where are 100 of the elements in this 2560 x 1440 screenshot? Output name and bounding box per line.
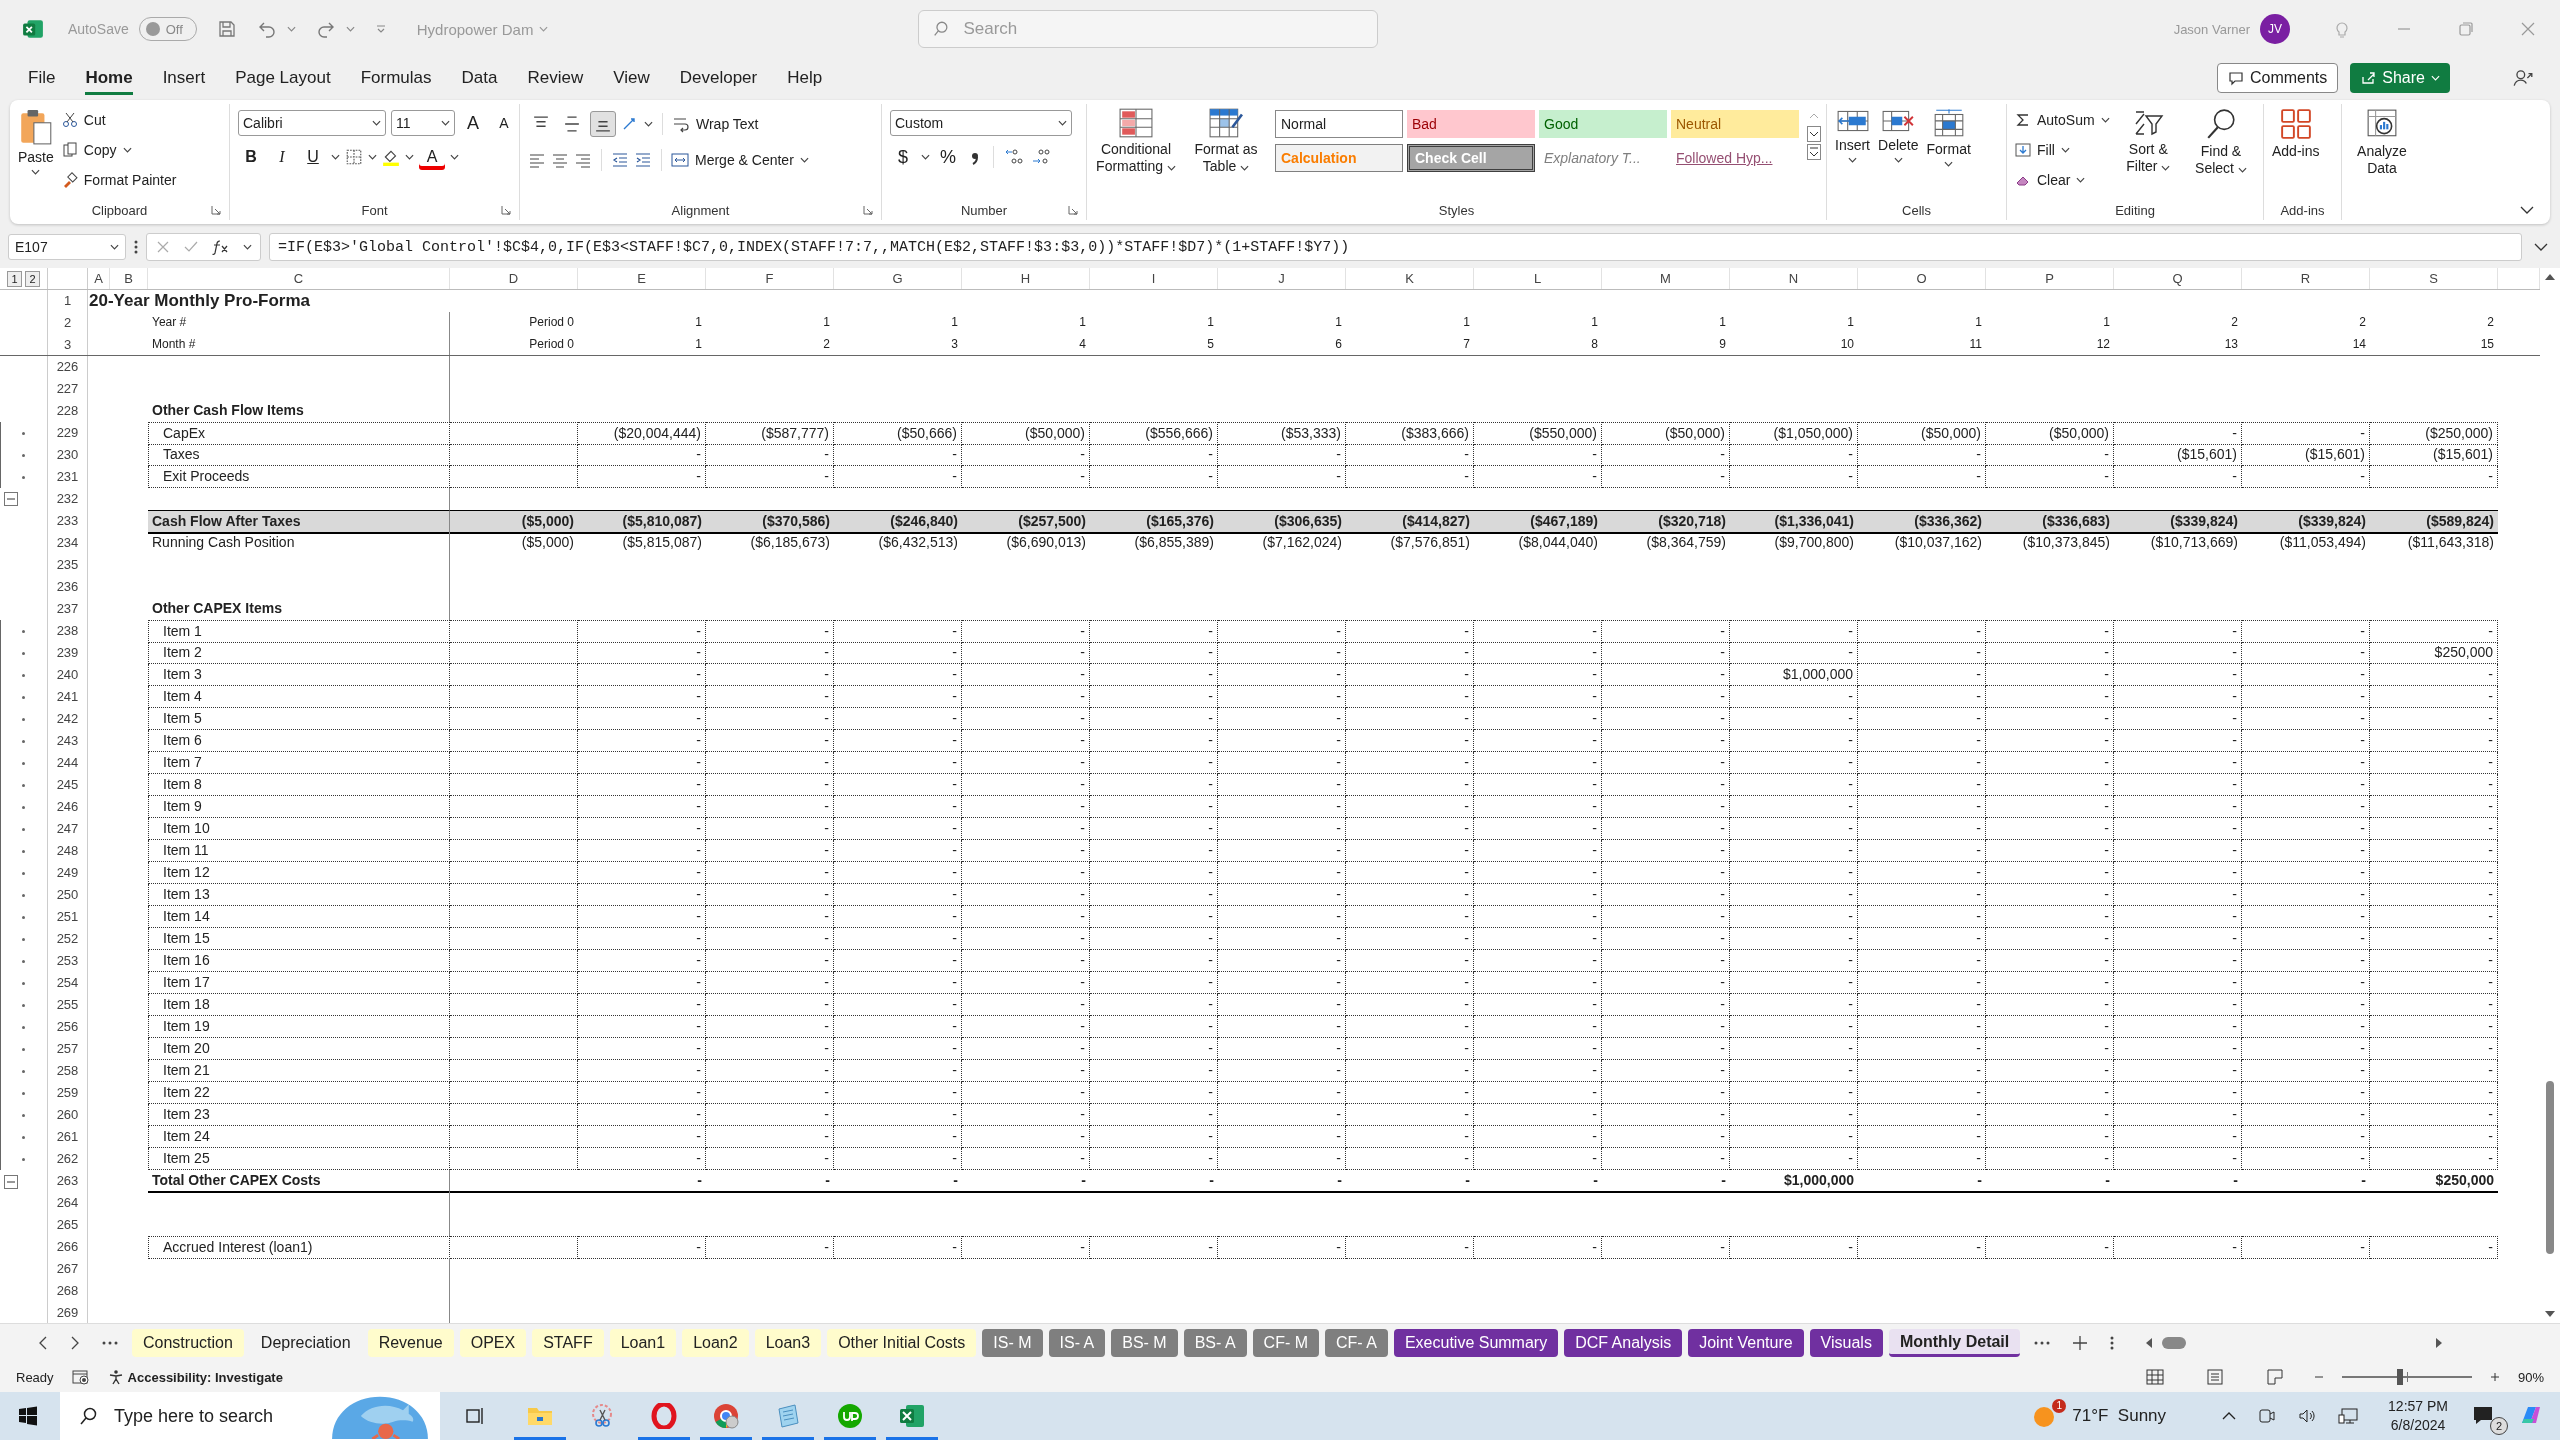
- taskbar-search-field[interactable]: Type here to search: [60, 1392, 440, 1440]
- format-button[interactable]: Format: [1926, 104, 1971, 167]
- launcher-icon[interactable]: [1068, 205, 1078, 215]
- user-avatar[interactable]: JV: [2260, 14, 2290, 44]
- customize-icon[interactable]: [374, 24, 387, 34]
- sheet-tab[interactable]: STAFF: [532, 1329, 604, 1357]
- browser-icon[interactable]: [713, 1403, 739, 1429]
- save-icon[interactable]: [216, 19, 237, 39]
- spreadsheet-app-icon[interactable]: [22, 18, 44, 40]
- launcher-icon[interactable]: [211, 205, 221, 215]
- accessibility-button[interactable]: Accessibility: Investigate: [107, 1369, 283, 1385]
- sheet-tab[interactable]: Depreciation: [249, 1329, 362, 1357]
- cut-button[interactable]: Cut: [61, 106, 177, 134]
- more-icon[interactable]: [134, 239, 138, 255]
- cell-style-option[interactable]: Good: [1539, 110, 1667, 138]
- scroll-down-icon[interactable]: [1807, 126, 1821, 142]
- app-badge-icon[interactable]: [837, 1403, 863, 1429]
- decrease-indent-icon[interactable]: [611, 151, 629, 169]
- conditional-formatting-button[interactable]: Conditional Formatting: [1095, 104, 1177, 175]
- text-align-icon[interactable]: [528, 151, 546, 169]
- sheet-tab[interactable]: IS- A: [1048, 1329, 1106, 1357]
- sheet-tab[interactable]: Loan1: [609, 1329, 677, 1357]
- launcher-icon[interactable]: [863, 205, 873, 215]
- sheet-tab[interactable]: Construction: [132, 1329, 244, 1357]
- column-header[interactable]: H: [962, 268, 1090, 289]
- column-header[interactable]: S: [2370, 268, 2498, 289]
- menu-tab[interactable]: Review: [527, 61, 584, 95]
- sheet-tab[interactable]: Executive Summary: [1393, 1329, 1559, 1357]
- paste-button[interactable]: Paste: [18, 104, 54, 175]
- more-icon[interactable]: [102, 1341, 118, 1345]
- sheet-tab[interactable]: CF- A: [1325, 1329, 1388, 1357]
- shrink-font-button[interactable]: A: [491, 110, 517, 136]
- scroll-down-icon[interactable]: [2544, 1309, 2556, 1319]
- column-header[interactable]: G: [834, 268, 962, 289]
- outline-level-button[interactable]: 2: [25, 270, 40, 287]
- bold-button[interactable]: B: [238, 144, 264, 170]
- name-box[interactable]: E107: [8, 234, 126, 260]
- fill-color-icon[interactable]: [382, 148, 400, 166]
- collapse-icon[interactable]: [4, 492, 18, 506]
- menu-tab[interactable]: Data: [461, 61, 498, 95]
- percent-button[interactable]: %: [935, 144, 961, 170]
- column-header[interactable]: C: [148, 268, 450, 289]
- sheet-tab[interactable]: IS- M: [982, 1329, 1043, 1357]
- underline-button[interactable]: U: [300, 144, 326, 170]
- font-name-field[interactable]: Calibri: [238, 110, 386, 136]
- scrollbar-thumb[interactable]: [2162, 1337, 2187, 1349]
- spreadsheet-app-icon[interactable]: [899, 1403, 925, 1429]
- sheet-tab[interactable]: Joint Venture: [1688, 1329, 1804, 1357]
- sheet-tab[interactable]: CF- M: [1252, 1329, 1319, 1357]
- menu-tab[interactable]: Developer: [679, 61, 758, 95]
- scrollbar-thumb[interactable]: [2546, 1080, 2554, 1255]
- autosum-button[interactable]: AutoSum: [2015, 106, 2110, 134]
- number-format-field[interactable]: Custom: [890, 110, 1072, 136]
- increase-decimal-icon[interactable]: [1003, 148, 1025, 166]
- menu-tab[interactable]: File: [28, 61, 56, 95]
- column-header[interactable]: O: [1858, 268, 1986, 289]
- macro-record-icon[interactable]: [71, 1369, 90, 1385]
- sheet-tab[interactable]: BS- A: [1183, 1329, 1247, 1357]
- sheet-tab[interactable]: BS- M: [1111, 1329, 1178, 1357]
- cell-style-option[interactable]: Followed Hyp...: [1671, 144, 1799, 172]
- zoom-level[interactable]: 90%: [2517, 1369, 2544, 1385]
- notification-icon[interactable]: [2472, 1405, 2494, 1427]
- next-sheet-icon[interactable]: [70, 1336, 80, 1350]
- column-header[interactable]: Q: [2114, 268, 2242, 289]
- scroll-left-icon[interactable]: [2144, 1337, 2155, 1349]
- more-icon[interactable]: [2034, 1341, 2051, 1345]
- normal-view-icon[interactable]: [2145, 1369, 2164, 1385]
- column-header[interactable]: B: [110, 268, 148, 289]
- clock-time[interactable]: 12:57 PM: [2388, 1397, 2448, 1416]
- menu-tab[interactable]: Home: [85, 61, 133, 95]
- clear-button[interactable]: Clear: [2015, 166, 2110, 194]
- page-layout-icon[interactable]: [2205, 1369, 2224, 1385]
- collapse-ribbon-icon[interactable]: [2520, 206, 2534, 214]
- sort-filter-button[interactable]: Sort & Filter: [2117, 104, 2179, 175]
- formula-field[interactable]: =IF(E$3>'Global Control'!$C$4,0,IF(E$3<STAFF!$C7,0,INDEX(STAFF!7:7,,MATCH(E$2,STAFF!$3:$3,0))*STAFF!$D7)*(1+STAFF!$Y7)): [269, 233, 2522, 261]
- cell-style-option[interactable]: Bad: [1407, 110, 1535, 138]
- chevron-up-icon[interactable]: [2222, 1411, 2237, 1421]
- collapse-icon[interactable]: [4, 1174, 18, 1189]
- page-break-icon[interactable]: [2265, 1369, 2284, 1385]
- decrease-decimal-icon[interactable]: [1030, 148, 1052, 166]
- column-header[interactable]: N: [1730, 268, 1858, 289]
- sheet-tab[interactable]: DCF Analysis: [1564, 1329, 1683, 1357]
- clock-date[interactable]: 6/8/2024: [2390, 1416, 2446, 1435]
- copy-button[interactable]: Copy: [61, 136, 177, 164]
- vertical-align-button[interactable]: [590, 111, 616, 137]
- options-icon[interactable]: [2110, 1335, 2115, 1351]
- sheet-tab[interactable]: Monthly Detail: [1888, 1329, 2021, 1357]
- folder-icon[interactable]: [527, 1405, 553, 1427]
- format-as-table-button[interactable]: Format as Table: [1185, 104, 1267, 175]
- column-header[interactable]: D: [450, 268, 578, 289]
- column-header[interactable]: I: [1090, 268, 1218, 289]
- sheet-tab[interactable]: Other Initial Costs: [827, 1329, 977, 1357]
- italic-button[interactable]: I: [269, 144, 295, 170]
- network-icon[interactable]: [2338, 1407, 2359, 1425]
- menu-tab[interactable]: Formulas: [360, 61, 432, 95]
- column-header[interactable]: F: [706, 268, 834, 289]
- column-header[interactable]: P: [1986, 268, 2114, 289]
- cell-style-option[interactable]: Explanatory T...: [1539, 144, 1667, 172]
- column-header[interactable]: J: [1218, 268, 1346, 289]
- column-header[interactable]: K: [1346, 268, 1474, 289]
